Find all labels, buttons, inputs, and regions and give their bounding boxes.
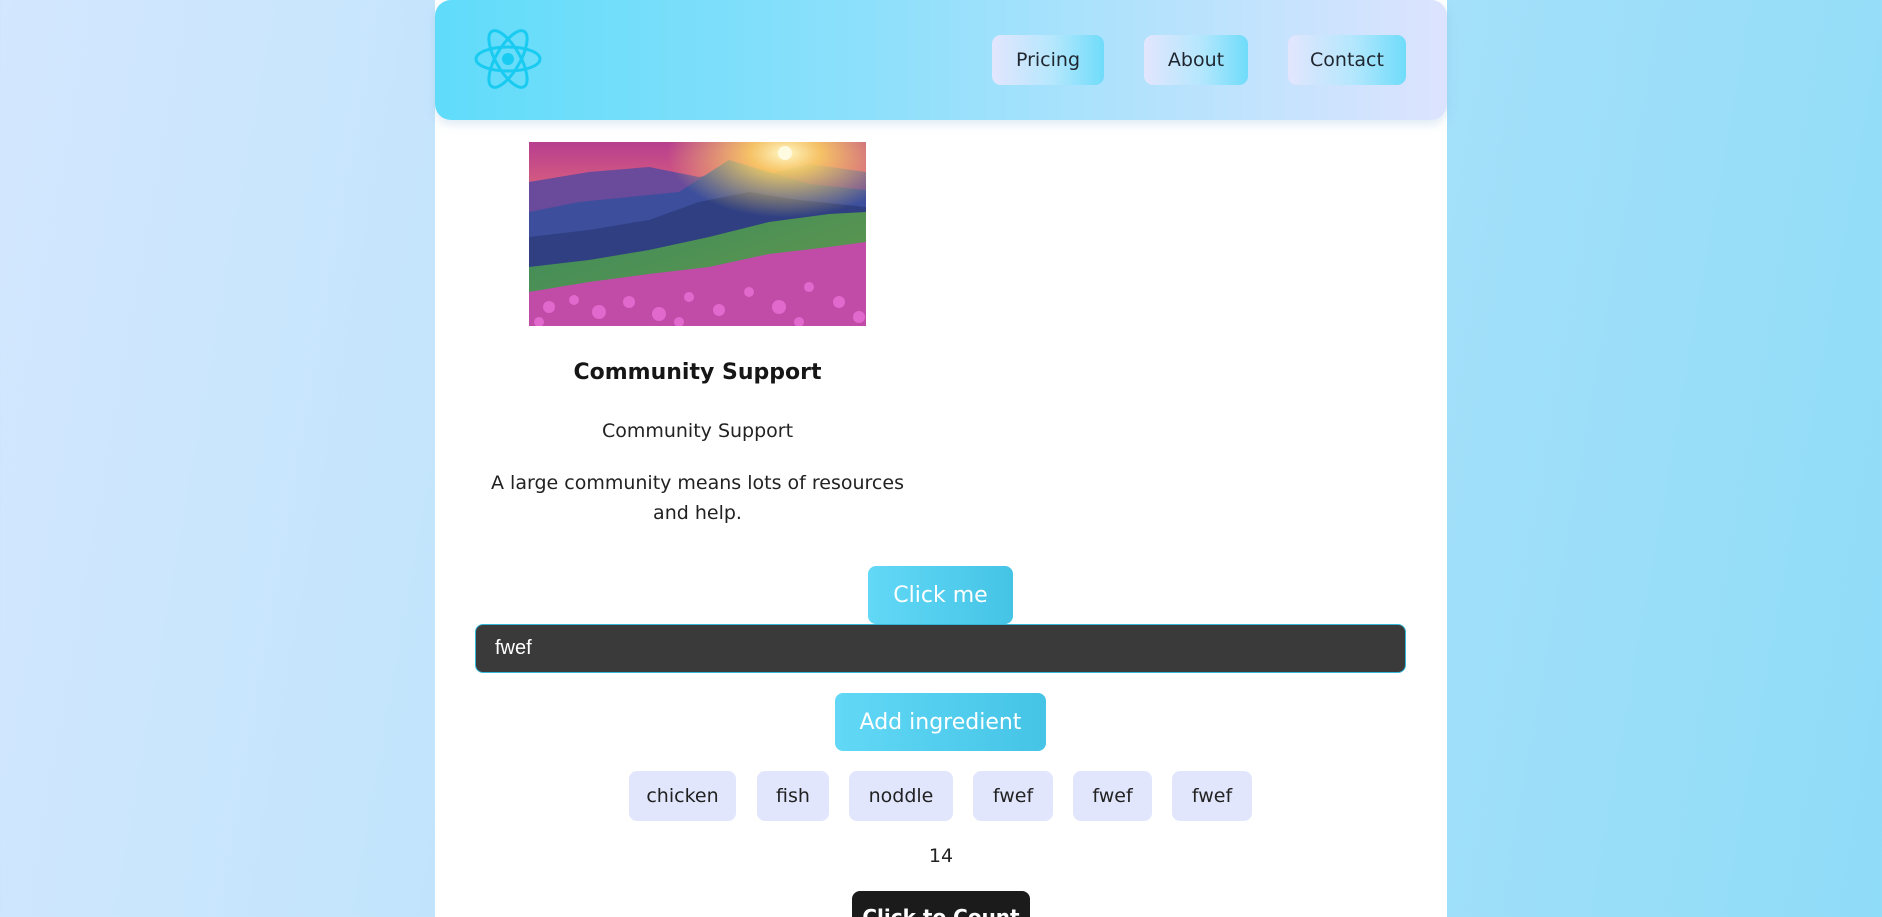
card-subtitle: Community Support — [601, 420, 794, 442]
ingredient-input[interactable] — [475, 624, 1406, 673]
ingredient-chip: fwef — [973, 771, 1053, 821]
ingredient-chip: fwef — [1172, 771, 1252, 821]
counter-value: 14 — [928, 845, 954, 867]
ingredient-chip: noddle — [849, 771, 953, 821]
card-title: Community Support — [573, 360, 822, 385]
site-header: Pricing About Contact — [435, 0, 1447, 120]
react-logo-icon[interactable] — [473, 26, 543, 92]
nav-about-button[interactable]: About — [1144, 35, 1248, 85]
page-container: Pricing About Contact Community Support … — [435, 0, 1447, 917]
click-to-count-button[interactable]: Click to Count — [852, 891, 1030, 917]
add-ingredient-button[interactable]: Add ingredient — [835, 693, 1046, 751]
nav-contact-button[interactable]: Contact — [1288, 35, 1406, 85]
ingredient-chip: fish — [757, 771, 829, 821]
mountain-sunset-photo-icon — [529, 142, 866, 326]
card-image — [529, 142, 866, 326]
nav-pricing-button[interactable]: Pricing — [992, 35, 1104, 85]
ingredient-chip: fwef — [1073, 771, 1152, 821]
card-description: A large community means lots of resource… — [491, 472, 904, 524]
click-me-button[interactable]: Click me — [868, 566, 1013, 624]
ingredient-chip: chicken — [629, 771, 736, 821]
